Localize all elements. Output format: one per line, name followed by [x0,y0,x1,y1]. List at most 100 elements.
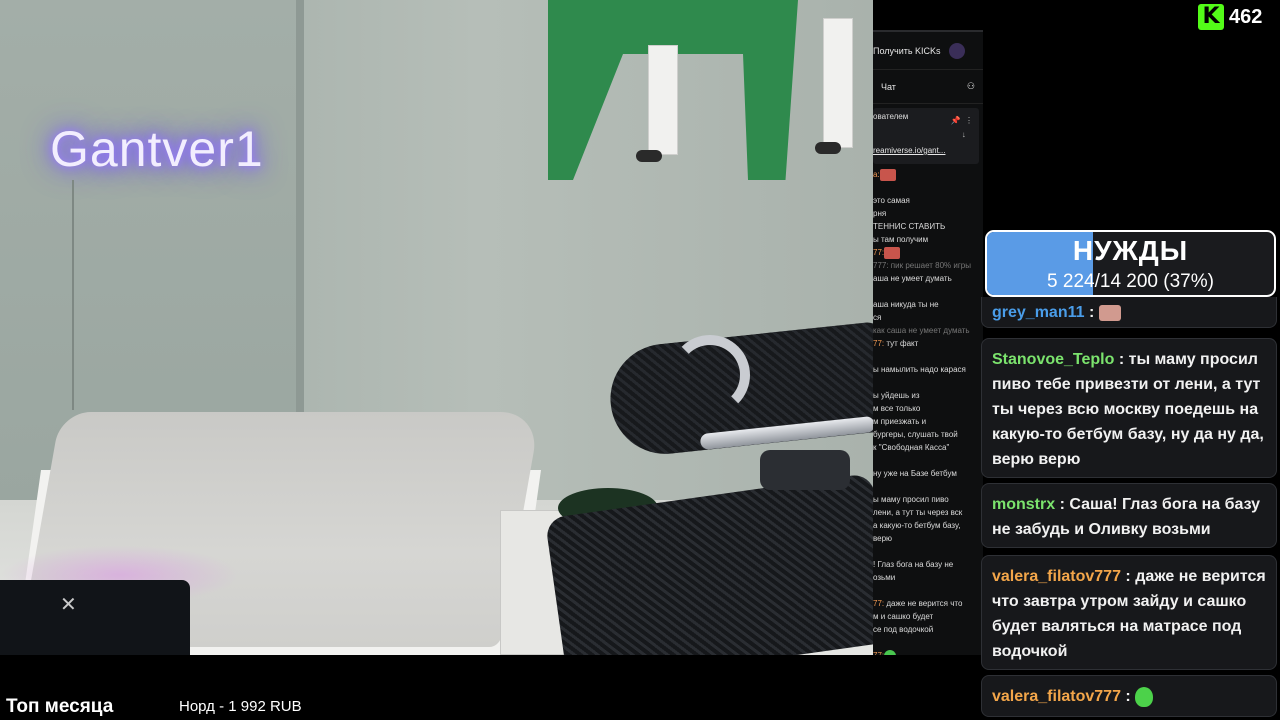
emote-icon [1135,686,1154,707]
chat-title: Чат [881,81,896,92]
hook-peg [815,142,841,154]
embedded-chat-line: озьми [873,571,983,584]
embedded-chat-line [873,636,983,649]
embedded-chat-line: а какую-то бетбум базу, [873,519,983,532]
chat-text: рня [873,209,887,218]
emote-icon [879,168,896,181]
chat-username[interactable]: grey_man11 [992,304,1085,321]
side-chat-message: Stanovoe_Teplo : ты маму просил пиво теб… [981,338,1277,478]
chat-text: аша никуда ты не [873,300,939,309]
avatar[interactable] [948,42,965,59]
chat-text: лени, а тут ты через вск [873,508,963,517]
donation-goal: НУЖДЫ 5 224/14 200 (37%) [985,230,1276,297]
chair-post [760,450,850,490]
embedded-chat-line: лени, а тут ты через вск [873,506,983,519]
chat-username[interactable]: 77: [873,599,884,608]
chat-username[interactable]: 77: [873,248,884,257]
chat-username[interactable]: valera_filatov777 [992,568,1121,585]
emote-icon [884,246,901,259]
chat-text: как саша не умеет думать [873,326,970,335]
chat-username[interactable]: а: [873,170,880,179]
pin-icon[interactable]: 📌 [951,116,961,125]
chat-text: м все только [873,404,921,413]
wall-corner [296,0,304,420]
embedded-chat-line: 77: [873,246,983,259]
chat-text: а какую-то бетбум базу, [873,521,961,530]
embedded-chat-line: ы намылить надо карася [873,363,983,376]
chat-username[interactable]: valera_filatov777 [992,688,1121,705]
embedded-chat-line [873,376,983,389]
webcam-video: Gantver1 ✕ [0,0,873,655]
embedded-chat-line: 777: пик решает 80% игры [873,259,983,272]
side-chat-message: grey_man11 : [981,297,1277,328]
chat-separator: : [1114,351,1129,368]
chat-username[interactable]: Stanovoe_Teplo [992,351,1114,368]
embedded-chat-line [873,181,983,194]
embedded-chat-line: ну уже на Базе бетбум [873,467,983,480]
chat-username[interactable]: 77: [873,339,884,348]
chat-text: ы маму просил пиво [873,495,949,504]
embedded-chat-line: ы маму просил пиво [873,493,983,506]
embedded-chat-line: ! Глаз бога на базу не [873,558,983,571]
pinned-link[interactable]: reamiverse.io/gant... [873,146,945,155]
mousepad [0,580,190,655]
chat-text: м приезжать и [873,417,927,426]
embedded-chat-line [873,454,983,467]
wall-hook [648,45,678,155]
chat-separator: : [1084,304,1099,321]
side-chat-message: valera_filatov777 : [981,675,1277,717]
embedded-chat-line: бургеры, слушать твой [873,428,983,441]
chat-text: ы намылить надо карася [873,365,966,374]
goal-progress-text: 5 224/14 200 (37%) [1047,271,1214,292]
collapse-icon[interactable]: ↓ [962,130,966,139]
embedded-chat-line: рня [873,207,983,220]
embedded-chat-line: аша никуда ты не [873,298,983,311]
top-donor: Норд - 1 992 RUB [179,698,302,715]
chat-text: ТЕННИС СТАВИТЬ [873,222,946,231]
embedded-chat-line: ся [873,311,983,324]
embedded-chat-line [873,285,983,298]
chat-separator: : [1120,688,1136,705]
neon-cable [72,180,74,410]
embedded-chat-line: а: [873,168,983,181]
chair-arm [670,335,750,415]
embedded-chat-line: м и сашко будет [873,610,983,623]
chat-username[interactable]: 77: [873,651,884,655]
embedded-chat-line [873,545,983,558]
get-kicks-row: Получить KICKs [873,32,983,70]
chat-text: се под водочкой [873,625,934,634]
users-icon[interactable]: ⚇ [967,81,975,92]
embedded-chat-line: се под водочкой [873,623,983,636]
chat-username[interactable]: monstrx [992,496,1055,513]
emote-icon [1098,304,1121,321]
hook-peg [636,150,662,162]
chat-text: тут факт [884,339,919,348]
chat-text: ы там получим [873,235,929,244]
emote-icon [884,649,897,655]
chat-text: ты маму просил пиво тебе привезти от лен… [992,351,1264,468]
chat-text: аша не умеет думать [873,274,952,283]
more-icon[interactable]: ⋮ [965,116,973,125]
chat-text: м и сашко будет [873,612,934,621]
embedded-chat-messages: а: это самая рня ТЕННИС СТАВИТЬ ы там получ… [873,164,983,655]
chat-text: ну уже на Базе бетбум [873,469,957,478]
embedded-chat-line: ы там получим [873,233,983,246]
embedded-chat-line: 77: тут факт [873,337,983,350]
neon-sign: Gantver1 [50,121,264,177]
wall-hook [823,18,853,148]
embedded-chat-line [873,480,983,493]
chat-text: 777: пик решает 80% игры [873,261,971,270]
chat-text: ы уйдешь из [873,391,920,400]
pinned-actions: 📌 ⋮ ↓ [951,114,973,142]
embedded-chat-line [873,350,983,363]
pinned-author: ователем [873,112,909,121]
goal-title: НУЖДЫ [1072,235,1189,266]
chat-text: озьми [873,573,896,582]
side-chat-message: monstrx : Саша! Глаз бога на базу не заб… [981,483,1277,548]
chat-text: бургеры, слушать твой [873,430,958,439]
chat-header: Чат ⚇ [873,70,983,104]
embedded-chat-line: аша не умеет думать [873,272,983,285]
mousepad-logo-icon: ✕ [60,594,77,616]
get-kicks-button[interactable]: Получить KICKs [873,46,941,56]
chat-text: к "Свободная Касса" [873,443,950,452]
